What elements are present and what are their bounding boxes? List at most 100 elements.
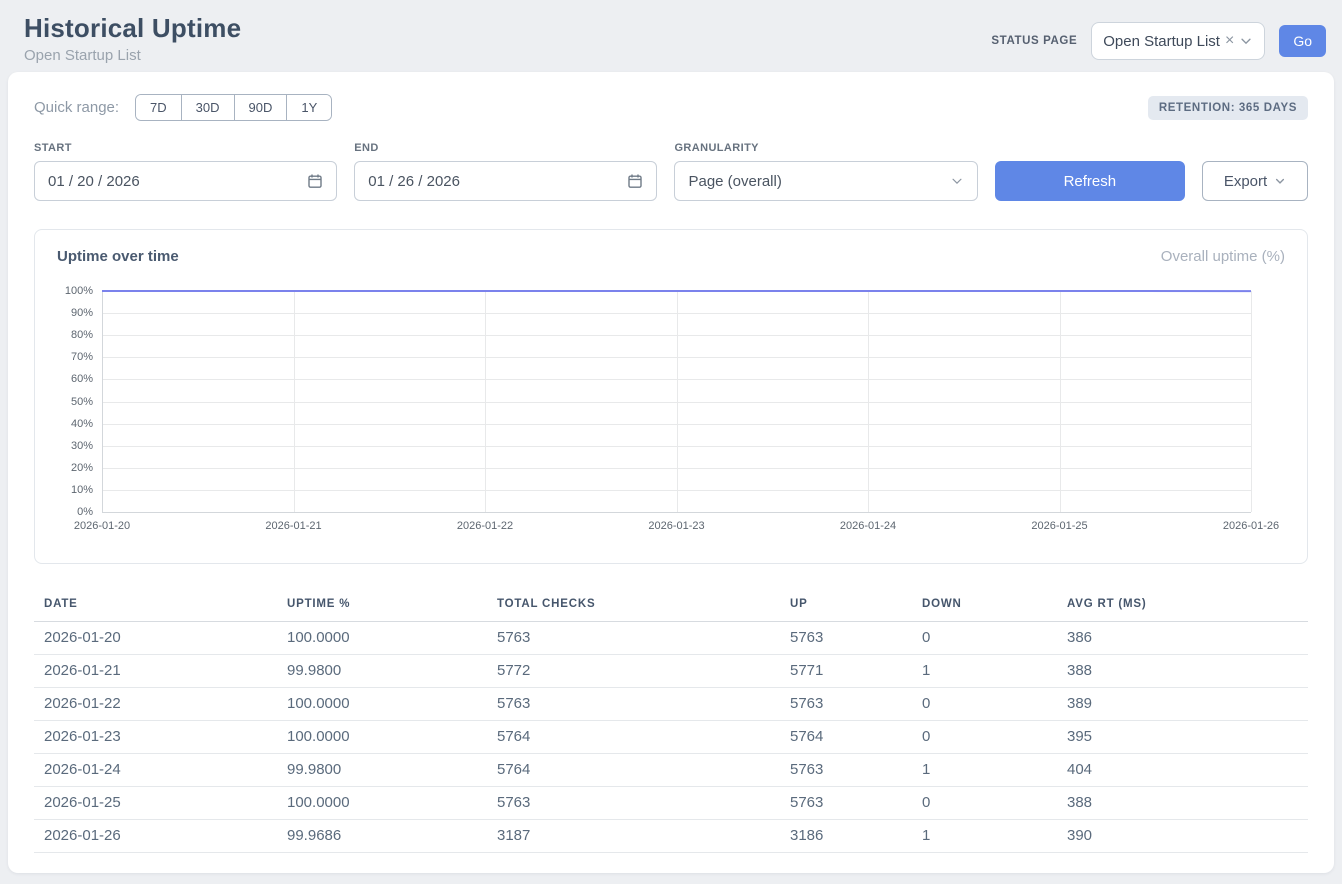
uptime-line-series [102, 291, 1251, 512]
table-cell: 100.0000 [277, 721, 487, 754]
table-cell: 0 [912, 688, 1057, 721]
quick-range-7d[interactable]: 7D [136, 95, 181, 120]
column-header: DOWN [912, 586, 1057, 622]
chevron-down-icon [1274, 175, 1286, 187]
table-cell: 388 [1057, 655, 1308, 688]
chevron-down-icon [1239, 34, 1253, 48]
x-tick-label: 2026-01-23 [648, 520, 704, 532]
y-axis-ticks: 0%10%20%30%40%50%60%70%80%90%100% [35, 291, 102, 512]
quick-range-label: Quick range: [34, 99, 119, 116]
quick-range-1y[interactable]: 1Y [286, 95, 331, 120]
uptime-chart-card: Uptime over time Overall uptime (%) 0% 10… [34, 229, 1308, 564]
table-cell: 100.0000 [277, 622, 487, 655]
y-tick-label: 60% [71, 373, 93, 385]
start-date-field: START 01 / 20 / 2026 [34, 142, 337, 201]
table-cell: 5763 [487, 787, 780, 820]
go-button[interactable]: Go [1279, 25, 1326, 57]
retention-badge: RETENTION: 365 DAYS [1148, 96, 1308, 120]
table-cell: 2026-01-24 [34, 754, 277, 787]
table-cell: 5771 [780, 655, 912, 688]
table-cell: 389 [1057, 688, 1308, 721]
title-block: Historical Uptime Open Startup List [24, 13, 241, 64]
table-cell: 390 [1057, 820, 1308, 853]
status-page-select[interactable]: Open Startup List × [1091, 22, 1265, 60]
end-date-input[interactable]: 01 / 26 / 2026 [354, 161, 657, 201]
x-tick-label: 2026-01-25 [1031, 520, 1087, 532]
y-tick-label: 20% [71, 462, 93, 474]
column-header: DATE [34, 586, 277, 622]
page-title: Historical Uptime [24, 13, 241, 44]
uptime-table: DATEUPTIME %TOTAL CHECKSUPDOWNAVG RT (MS… [34, 586, 1308, 853]
table-cell: 0 [912, 622, 1057, 655]
status-page-value: Open Startup List [1103, 33, 1220, 50]
table-cell: 386 [1057, 622, 1308, 655]
granularity-select[interactable]: Page (overall) [674, 161, 977, 201]
quick-range-30d[interactable]: 30D [181, 95, 234, 120]
x-axis-labels: 2026-01-202026-01-212026-01-222026-01-23… [102, 512, 1251, 538]
granularity-label: GRANULARITY [674, 142, 977, 154]
table-cell: 5763 [780, 787, 912, 820]
table-cell: 2026-01-21 [34, 655, 277, 688]
y-tick-label: 80% [71, 329, 93, 341]
table-cell: 404 [1057, 754, 1308, 787]
y-tick-label: 90% [71, 307, 93, 319]
clear-icon[interactable]: × [1225, 33, 1234, 49]
main-panel: Quick range: 7D30D90D1Y RETENTION: 365 D… [8, 72, 1334, 873]
top-bar: Historical Uptime Open Startup List STAT… [0, 0, 1342, 72]
y-tick-label: 30% [71, 440, 93, 452]
table-cell: 395 [1057, 721, 1308, 754]
end-date-label: END [354, 142, 657, 154]
table-body: 2026-01-20100.00005763576303862026-01-21… [34, 622, 1308, 853]
calendar-icon[interactable] [627, 173, 643, 189]
y-tick-label: 50% [71, 396, 93, 408]
y-tick-label: 100% [65, 285, 93, 297]
table-cell: 5764 [487, 754, 780, 787]
chart-legend: Overall uptime (%) [1161, 248, 1285, 265]
chart-title: Uptime over time [57, 248, 179, 265]
export-button[interactable]: Export [1202, 161, 1308, 201]
status-page-picker: STATUS PAGE Open Startup List × Go [991, 22, 1326, 60]
granularity-field: GRANULARITY Page (overall) [674, 142, 977, 201]
calendar-icon[interactable] [307, 173, 323, 189]
table-row: 2026-01-2699.9686318731861390 [34, 820, 1308, 853]
table-cell: 2026-01-20 [34, 622, 277, 655]
chart-area: 0%10%20%30%40%50%60%70%80%90%100% 2026-0… [35, 291, 1307, 538]
table-cell: 5764 [487, 721, 780, 754]
table-cell: 100.0000 [277, 787, 487, 820]
table-cell: 5763 [780, 688, 912, 721]
quick-range-90d[interactable]: 90D [234, 95, 287, 120]
table-cell: 3187 [487, 820, 780, 853]
table-cell: 99.9686 [277, 820, 487, 853]
table-cell: 1 [912, 820, 1057, 853]
column-header: UPTIME % [277, 586, 487, 622]
x-tick-label: 2026-01-26 [1223, 520, 1279, 532]
refresh-button[interactable]: Refresh [995, 161, 1185, 201]
page-subtitle: Open Startup List [24, 47, 241, 64]
table-row: 2026-01-2499.9800576457631404 [34, 754, 1308, 787]
table-cell: 2026-01-22 [34, 688, 277, 721]
start-date-value: 01 / 20 / 2026 [48, 173, 140, 190]
column-header: AVG RT (MS) [1057, 586, 1308, 622]
table-row: 2026-01-2199.9800577257711388 [34, 655, 1308, 688]
table-cell: 2026-01-26 [34, 820, 277, 853]
x-tick-label: 2026-01-21 [265, 520, 321, 532]
y-tick-label: 10% [71, 484, 93, 496]
quick-range-row: Quick range: 7D30D90D1Y RETENTION: 365 D… [34, 94, 1308, 121]
table-cell: 100.0000 [277, 688, 487, 721]
chevron-down-icon [950, 174, 964, 188]
table-cell: 388 [1057, 787, 1308, 820]
y-tick-label: 40% [71, 418, 93, 430]
y-tick-label: 0% [77, 506, 93, 518]
table-row: 2026-01-22100.0000576357630389 [34, 688, 1308, 721]
table-header: DATEUPTIME %TOTAL CHECKSUPDOWNAVG RT (MS… [34, 586, 1308, 622]
column-header: TOTAL CHECKS [487, 586, 780, 622]
table-cell: 5763 [487, 688, 780, 721]
start-date-input[interactable]: 01 / 20 / 2026 [34, 161, 337, 201]
table-row: 2026-01-23100.0000576457640395 [34, 721, 1308, 754]
table-cell: 2026-01-23 [34, 721, 277, 754]
table-cell: 0 [912, 787, 1057, 820]
x-tick-label: 2026-01-24 [840, 520, 896, 532]
chart-plot [102, 291, 1251, 512]
x-tick-label: 2026-01-20 [74, 520, 130, 532]
table-cell: 99.9800 [277, 754, 487, 787]
